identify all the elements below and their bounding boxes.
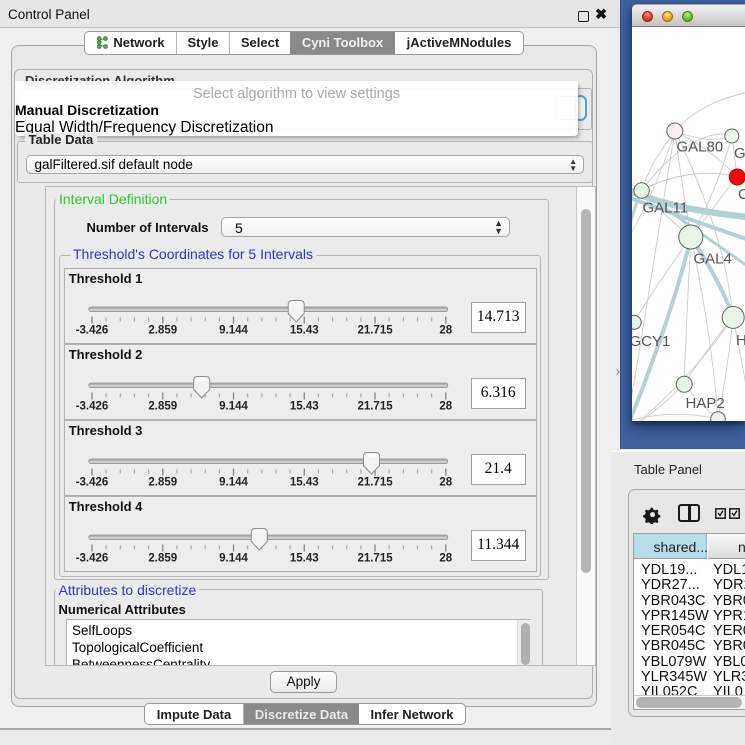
svg-text:28: 28 [439,553,452,565]
svg-text:21.715: 21.715 [357,477,393,489]
svg-text:-3.426: -3.426 [75,401,108,413]
svg-text:-3.426: -3.426 [75,325,108,337]
svg-text:-3.426: -3.426 [75,477,108,489]
svg-text:GAL4: GAL4 [694,251,732,268]
svg-text:21.715: 21.715 [357,401,393,413]
svg-text:2.859: 2.859 [148,553,177,565]
svg-text:15.43: 15.43 [290,401,319,413]
svg-text:9.144: 9.144 [219,477,248,489]
svg-text:9.144: 9.144 [219,553,248,565]
svg-text:H: H [736,332,745,349]
svg-text:-3.426: -3.426 [75,553,108,565]
svg-text:15.43: 15.43 [290,325,319,337]
svg-text:15.43: 15.43 [290,477,319,489]
svg-text:GAL11: GAL11 [643,200,689,217]
svg-text:28: 28 [439,325,452,337]
svg-text:21.715: 21.715 [357,553,393,565]
svg-text:2.859: 2.859 [148,401,177,413]
svg-text:15.43: 15.43 [290,553,319,565]
svg-text:HAP2: HAP2 [686,395,725,412]
svg-text:9.144: 9.144 [219,401,248,413]
svg-text:2.859: 2.859 [148,477,177,489]
svg-text:C: C [738,186,745,203]
svg-text:GCY1: GCY1 [632,333,670,350]
svg-text:9.144: 9.144 [219,325,248,337]
svg-text:GA: GA [734,145,745,162]
svg-text:21.715: 21.715 [357,325,393,337]
svg-text:GAL80: GAL80 [677,139,724,156]
svg-text:28: 28 [439,401,452,413]
svg-text:2.859: 2.859 [148,325,177,337]
svg-text:28: 28 [439,477,452,489]
